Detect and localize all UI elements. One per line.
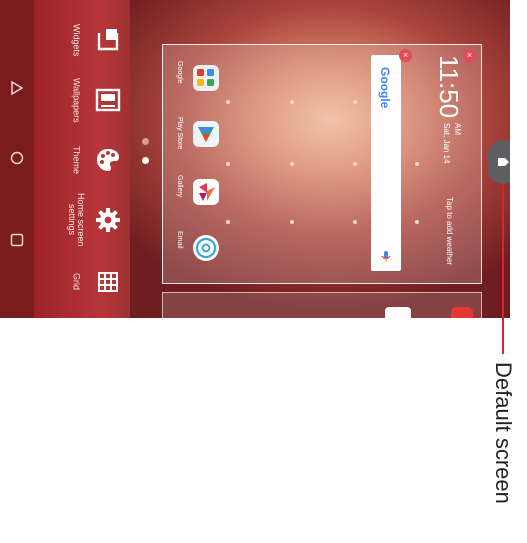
clock-weather-widget[interactable]: 11:50 AM Sat, Jan 14 Tap to add weather bbox=[407, 49, 479, 275]
recents-button[interactable] bbox=[5, 228, 29, 252]
theme-button[interactable]: Theme bbox=[34, 130, 130, 190]
navigation-bar bbox=[0, 0, 34, 318]
back-button[interactable] bbox=[5, 76, 29, 100]
next-home-page-preview[interactable] bbox=[162, 292, 482, 318]
grid-dot bbox=[353, 100, 357, 104]
default-screen-button[interactable] bbox=[488, 140, 510, 184]
app-label-email: Email bbox=[176, 231, 183, 249]
gear-icon bbox=[96, 208, 120, 232]
play-store-app[interactable] bbox=[193, 121, 219, 147]
email-app[interactable] bbox=[193, 235, 219, 261]
page-indicator bbox=[142, 138, 149, 145]
clock-ampm: AM bbox=[453, 123, 462, 135]
app-label-play-store: Play Store bbox=[176, 117, 183, 150]
weather-prompt[interactable]: Tap to add weather bbox=[445, 197, 454, 265]
email-icon bbox=[195, 237, 217, 259]
widgets-button[interactable]: Widgets bbox=[34, 10, 130, 70]
home-screen-edit-mode: Widgets Wallpapers Theme Home screen set… bbox=[0, 0, 510, 318]
grid-dot bbox=[290, 162, 294, 166]
back-icon bbox=[11, 80, 24, 96]
grid-button[interactable]: Grid bbox=[34, 252, 130, 312]
grid-dot bbox=[353, 220, 357, 224]
grid-dot bbox=[290, 220, 294, 224]
app-icon bbox=[451, 307, 473, 318]
edit-toolbar: Widgets Wallpapers Theme Home screen set… bbox=[34, 0, 130, 318]
grid-label: Grid bbox=[71, 273, 82, 291]
palette-icon bbox=[97, 149, 119, 171]
page-indicator-active bbox=[142, 157, 149, 164]
google-folder-icon bbox=[197, 69, 214, 86]
grid-dot bbox=[290, 100, 294, 104]
wallpapers-icon bbox=[95, 88, 121, 112]
theme-label: Theme bbox=[71, 145, 82, 174]
gallery-app[interactable] bbox=[193, 179, 219, 205]
home-pin-icon bbox=[498, 158, 509, 166]
google-logo: Google bbox=[378, 67, 392, 109]
recents-icon bbox=[10, 233, 24, 247]
wallpapers-label: Wallpapers bbox=[71, 77, 82, 123]
google-search-bar[interactable]: Google bbox=[371, 55, 401, 271]
app-label-google: Google bbox=[176, 61, 183, 84]
widgets-label: Widgets bbox=[71, 23, 82, 57]
app-label-gallery: Gallery bbox=[176, 175, 183, 198]
microphone-icon[interactable] bbox=[379, 249, 393, 263]
grid-dot bbox=[226, 162, 230, 166]
clock-time: 11:50 bbox=[434, 55, 464, 119]
clock-date: Sat, Jan 14 bbox=[442, 123, 451, 164]
play-store-icon bbox=[198, 127, 214, 142]
home-icon bbox=[10, 151, 24, 165]
app-icon bbox=[385, 307, 411, 318]
callout-label: Default screen bbox=[491, 362, 516, 504]
grid-dot bbox=[226, 100, 230, 104]
callout-line bbox=[502, 184, 504, 354]
home-screen-settings-button[interactable]: Home screen settings bbox=[34, 190, 130, 250]
home-page-preview[interactable]: Google Play Store Gallery Email Google ×… bbox=[162, 44, 482, 284]
home-settings-label: Home screen settings bbox=[67, 193, 86, 247]
grid-dot bbox=[226, 220, 230, 224]
widgets-icon bbox=[97, 29, 119, 51]
google-folder[interactable] bbox=[193, 65, 219, 91]
grid-dot bbox=[353, 162, 357, 166]
remove-clock-widget-icon[interactable]: × bbox=[463, 49, 476, 62]
gallery-icon bbox=[199, 183, 215, 201]
grid-icon bbox=[98, 272, 118, 292]
wallpapers-button[interactable]: Wallpapers bbox=[34, 70, 130, 130]
home-button[interactable] bbox=[5, 146, 29, 170]
